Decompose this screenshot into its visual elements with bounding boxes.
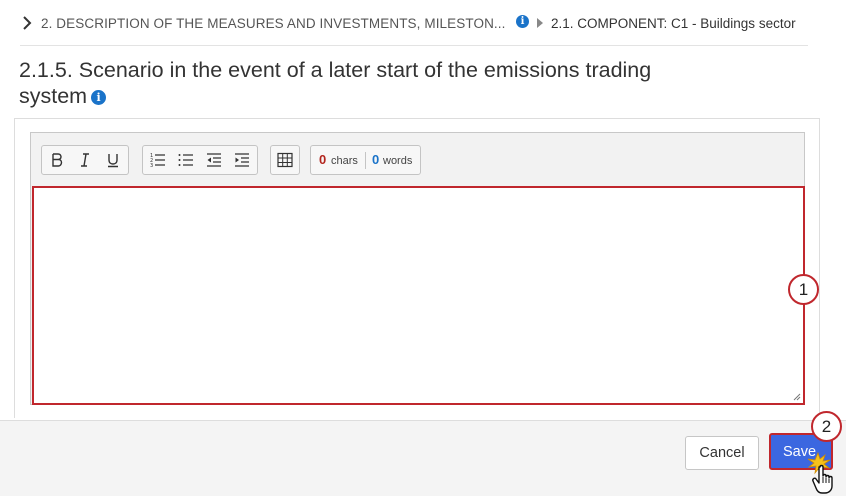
ordered-list-icon: 1 2 3 bbox=[150, 153, 165, 168]
breadcrumb: 2. DESCRIPTION OF THE MEASURES AND INVES… bbox=[20, 0, 808, 46]
word-counter: 0 chars 0 words bbox=[310, 145, 421, 175]
info-icon[interactable]: i bbox=[516, 15, 529, 28]
format-group bbox=[41, 145, 129, 175]
underline-button[interactable] bbox=[99, 146, 127, 174]
underline-icon bbox=[108, 154, 118, 168]
breadcrumb-current: 2.1. COMPONENT: C1 - Buildings sector bbox=[551, 16, 796, 31]
form-footer: Cancel Save bbox=[0, 420, 846, 496]
italic-button[interactable] bbox=[71, 146, 99, 174]
editor-toolbar: 1 2 3 0 chars 0 words bbox=[31, 133, 804, 186]
insert-group bbox=[270, 145, 300, 175]
chars-label: chars bbox=[331, 155, 358, 167]
bold-icon bbox=[52, 153, 63, 167]
section-title: 2.1.5. Scenario in the event of a later … bbox=[19, 57, 679, 109]
bullet-list-icon bbox=[178, 154, 193, 166]
section-title-text: 2.1.5. Scenario in the event of a later … bbox=[19, 58, 652, 108]
bold-button[interactable] bbox=[43, 146, 71, 174]
resize-handle-icon[interactable] bbox=[791, 391, 801, 401]
cancel-button[interactable]: Cancel bbox=[685, 436, 759, 470]
outdent-icon bbox=[207, 153, 221, 167]
chars-count: 0 bbox=[319, 152, 327, 167]
breadcrumb-separator-icon bbox=[537, 18, 543, 28]
scenario-text-input[interactable] bbox=[32, 186, 805, 405]
words-count: 0 bbox=[372, 152, 380, 167]
outdent-button[interactable] bbox=[200, 146, 228, 174]
callout-marker-2: 2 bbox=[811, 411, 842, 442]
counter-divider bbox=[365, 152, 366, 169]
words-label: words bbox=[383, 155, 413, 167]
chevron-right-icon[interactable] bbox=[22, 16, 32, 30]
ordered-list-button[interactable]: 1 2 3 bbox=[144, 146, 172, 174]
indent-icon bbox=[235, 153, 249, 167]
breadcrumb-parent-link[interactable]: 2. DESCRIPTION OF THE MEASURES AND INVES… bbox=[41, 16, 505, 31]
svg-text:3: 3 bbox=[150, 163, 153, 168]
italic-icon bbox=[81, 153, 89, 167]
hand-cursor-icon bbox=[807, 451, 833, 494]
callout-marker-1: 1 bbox=[788, 274, 819, 305]
info-icon[interactable]: i bbox=[91, 90, 107, 105]
bullet-list-button[interactable] bbox=[172, 146, 200, 174]
table-icon bbox=[277, 152, 293, 168]
lists-group: 1 2 3 bbox=[142, 145, 258, 175]
table-button[interactable] bbox=[271, 146, 299, 174]
indent-button[interactable] bbox=[228, 146, 256, 174]
rich-text-editor: 1 2 3 0 chars 0 words bbox=[30, 132, 805, 405]
